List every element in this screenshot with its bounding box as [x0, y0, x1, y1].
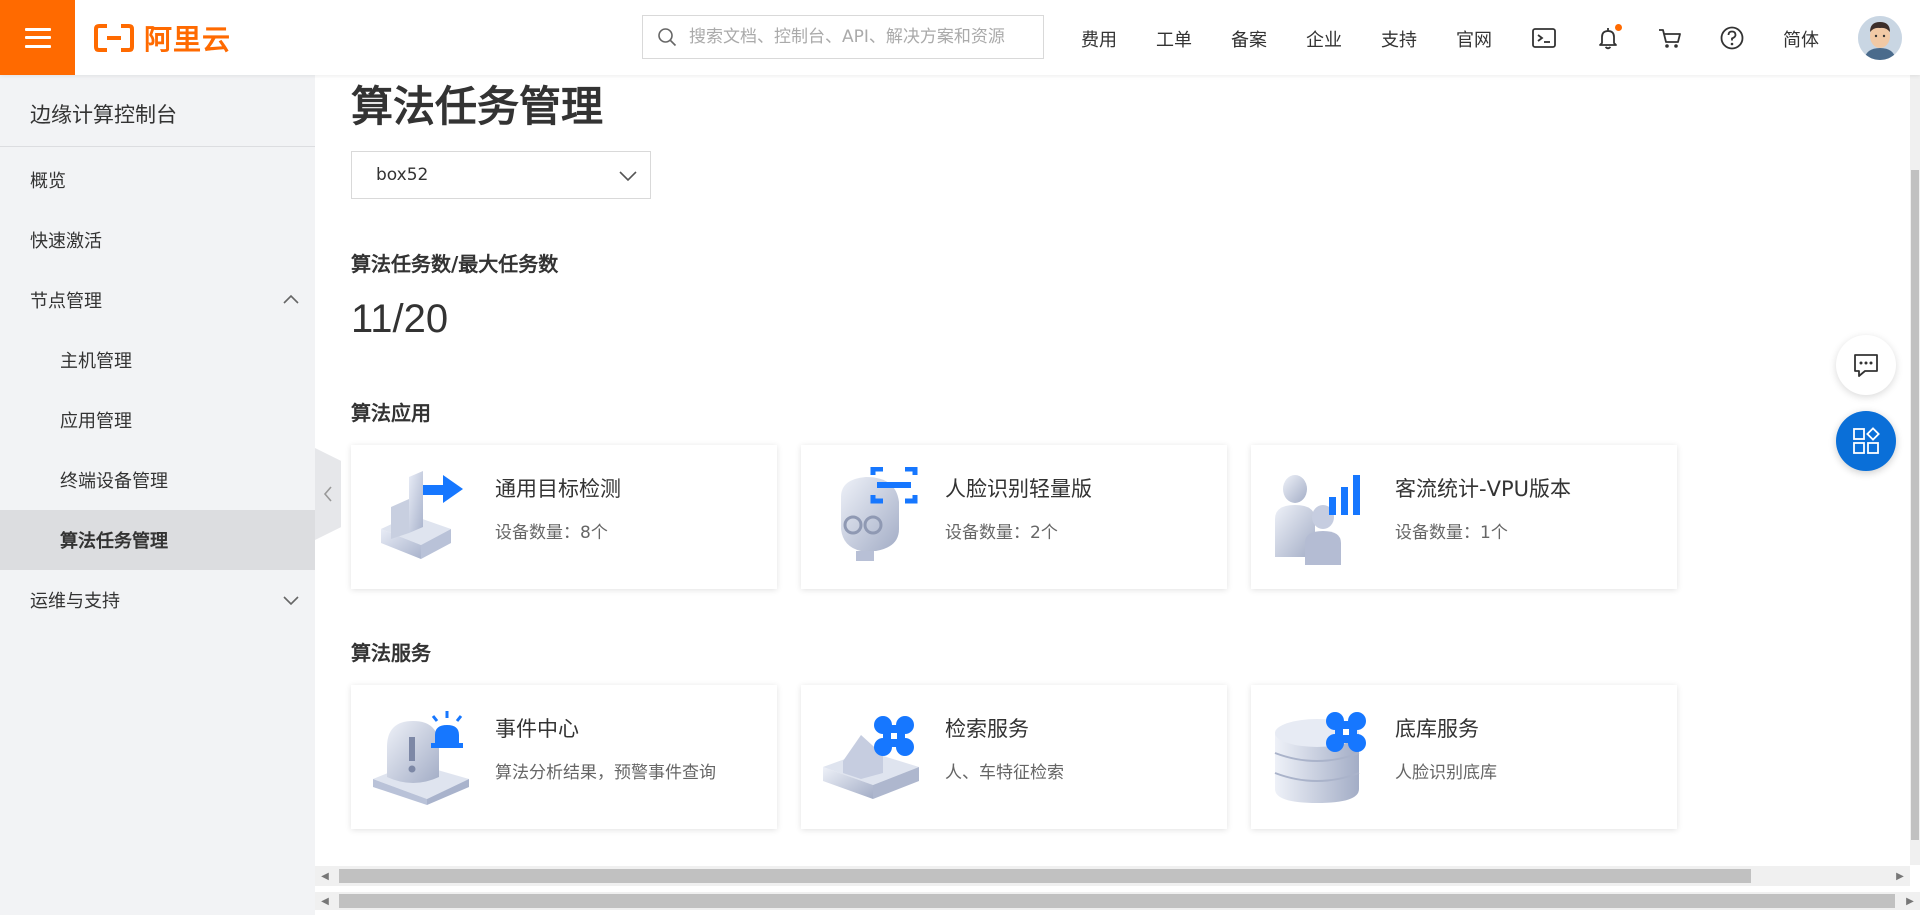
horizontal-scrollbar-outer[interactable]: ◀ ▶	[315, 892, 1920, 910]
sidebar-item-label: 算法任务管理	[60, 531, 168, 552]
notification-button[interactable]	[1594, 24, 1622, 52]
service-card-subtitle: 人、车特征检索	[945, 763, 1064, 783]
scroll-left-arrow-icon[interactable]: ◀	[315, 891, 335, 911]
sidebar-item-label: 终端设备管理	[60, 471, 168, 492]
people-counting-icon	[1275, 475, 1360, 565]
brand-name: 阿里云	[144, 23, 232, 56]
service-card-title: 检索服务	[945, 717, 1029, 741]
chevron-down-icon	[619, 171, 637, 182]
service-card-subtitle: 人脸识别底库	[1395, 763, 1497, 783]
sidebar-item-label: 主机管理	[60, 351, 132, 372]
hamburger-icon	[24, 27, 51, 48]
apps-grid-icon	[1853, 427, 1880, 454]
sidebar-item-label: 应用管理	[60, 411, 132, 432]
chat-icon	[1854, 354, 1878, 377]
vertical-scrollbar-thumb[interactable]	[1911, 170, 1919, 840]
sidebar-item-terminal-device-management[interactable]: 终端设备管理	[0, 450, 315, 510]
vertical-scrollbar[interactable]	[1910, 75, 1920, 865]
sidebar-divider	[0, 146, 315, 147]
sidebar-item-algorithm-task-management[interactable]: 算法任务管理	[0, 510, 315, 570]
avatar-icon	[1858, 16, 1902, 60]
language-switch[interactable]: 简体	[1783, 26, 1819, 52]
scroll-right-arrow-icon[interactable]: ▶	[1900, 891, 1920, 911]
nav-official-site[interactable]: 官网	[1456, 26, 1492, 52]
main-content: 算法任务管理 box52 算法任务数/最大任务数 11/20 算法应用 通用目标…	[315, 75, 1910, 865]
cart-icon[interactable]	[1656, 24, 1684, 52]
app-card-title: 客流统计-VPU版本	[1395, 477, 1571, 501]
search-service-icon	[823, 716, 919, 799]
app-card-people-counting-vpu[interactable]: 客流统计-VPU版本 设备数量：1个	[1251, 445, 1677, 589]
service-card-event-center[interactable]: 事件中心 算法分析结果，预警事件查询	[351, 685, 777, 829]
notification-dot	[1615, 24, 1622, 31]
app-card-subtitle: 设备数量：1个	[1395, 523, 1508, 543]
sidebar-item-label: 节点管理	[30, 291, 102, 312]
object-detection-icon	[381, 471, 463, 559]
sidebar-item-node-management[interactable]: 节点管理	[0, 270, 315, 330]
help-icon[interactable]	[1718, 24, 1746, 52]
task-count-label: 算法任务数/最大任务数	[351, 252, 559, 276]
algorithm-services-label: 算法服务	[351, 641, 431, 665]
search-box[interactable]	[642, 15, 1044, 59]
nav-enterprise[interactable]: 企业	[1306, 26, 1342, 52]
nav-tickets[interactable]: 工单	[1156, 26, 1192, 52]
device-select[interactable]: box52	[351, 151, 651, 199]
brand-logo[interactable]: 阿里云	[94, 18, 231, 58]
scroll-left-arrow-icon[interactable]: ◀	[315, 866, 335, 886]
search-icon	[658, 28, 677, 47]
horizontal-scrollbar-thumb[interactable]	[339, 894, 1895, 908]
sidebar-item-ops-support[interactable]: 运维与支持	[0, 570, 315, 630]
sidebar-item-host-management[interactable]: 主机管理	[0, 330, 315, 390]
horizontal-scrollbar-thumb[interactable]	[339, 869, 1751, 883]
sidebar-title: 边缘计算控制台	[30, 103, 177, 127]
database-icon	[1274, 712, 1366, 803]
app-card-face-recognition-lite[interactable]: 人脸识别轻量版 设备数量：2个	[801, 445, 1227, 589]
service-card-database-service[interactable]: 底库服务 人脸识别底库	[1251, 685, 1677, 829]
sidebar-item-label: 快速激活	[30, 231, 102, 252]
top-bar: 阿里云 费用 工单 备案 企业 支持 官网 简体	[0, 0, 1920, 75]
task-count-value: 11/20	[351, 297, 449, 341]
search-input[interactable]	[687, 26, 1027, 48]
service-card-title: 底库服务	[1395, 717, 1479, 741]
face-recognition-icon	[841, 467, 918, 561]
app-card-title: 通用目标检测	[495, 477, 621, 501]
sidebar-item-quick-activate[interactable]: 快速激活	[0, 210, 315, 270]
nav-fees[interactable]: 费用	[1081, 26, 1117, 52]
sidebar-item-app-management[interactable]: 应用管理	[0, 390, 315, 450]
app-card-subtitle: 设备数量：8个	[495, 523, 608, 543]
sidebar-item-label: 运维与支持	[30, 591, 120, 612]
app-card-object-detection[interactable]: 通用目标检测 设备数量：8个	[351, 445, 777, 589]
aliyun-logo-icon	[94, 24, 134, 52]
nav-support[interactable]: 支持	[1381, 26, 1417, 52]
menu-button[interactable]	[0, 0, 75, 75]
app-card-subtitle: 设备数量：2个	[945, 523, 1058, 543]
sidebar-item-label: 概览	[30, 171, 66, 192]
sidebar-item-overview[interactable]: 概览	[0, 150, 315, 210]
apps-button[interactable]	[1836, 411, 1896, 471]
terminal-icon[interactable]	[1530, 24, 1558, 52]
chevron-down-icon	[283, 596, 299, 606]
chat-button[interactable]	[1836, 335, 1896, 395]
algorithm-apps-label: 算法应用	[351, 401, 431, 425]
sidebar: 边缘计算控制台 概览 快速激活 节点管理 主机管理 应用管理 终端设备管理 算法…	[0, 75, 315, 915]
app-card-title: 人脸识别轻量版	[945, 477, 1092, 501]
nav-filing[interactable]: 备案	[1231, 26, 1267, 52]
page-title: 算法任务管理	[351, 82, 604, 131]
user-avatar[interactable]	[1858, 16, 1902, 60]
service-card-search-service[interactable]: 检索服务 人、车特征检索	[801, 685, 1227, 829]
service-card-title: 事件中心	[495, 717, 579, 741]
scroll-right-arrow-icon[interactable]: ▶	[1890, 866, 1910, 886]
service-card-subtitle: 算法分析结果，预警事件查询	[495, 763, 716, 783]
event-alarm-icon	[373, 711, 469, 805]
horizontal-scrollbar-inner[interactable]: ◀ ▶	[315, 866, 1910, 886]
device-select-value: box52	[376, 165, 429, 185]
chevron-up-icon	[283, 294, 299, 304]
